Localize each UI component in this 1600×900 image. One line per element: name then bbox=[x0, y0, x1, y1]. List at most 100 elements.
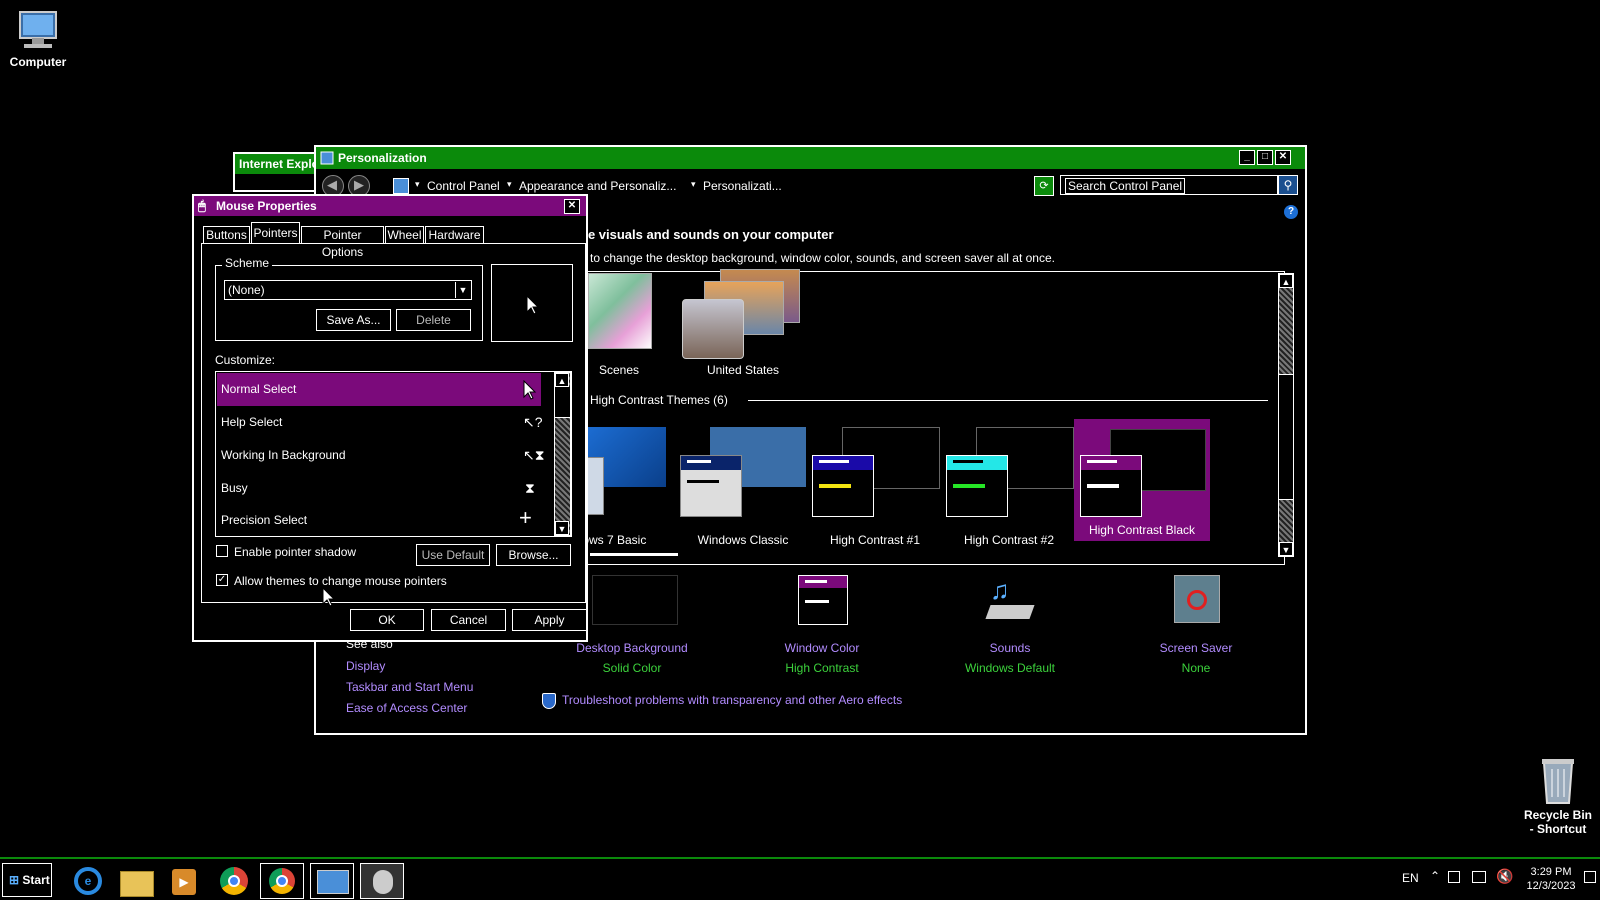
save-as-button[interactable]: Save As... bbox=[316, 309, 391, 331]
list-item[interactable]: Normal Select bbox=[217, 373, 541, 406]
list-item[interactable]: Precision Select + bbox=[217, 505, 541, 535]
internet-explorer-window[interactable]: Internet Explo bbox=[233, 152, 323, 192]
show-hidden-icons-chevron-icon[interactable]: ⌃ bbox=[1430, 869, 1440, 883]
theme-win7-basic[interactable] bbox=[580, 427, 666, 517]
language-indicator[interactable]: EN bbox=[1402, 871, 1419, 885]
tab-pointer-options[interactable]: Pointer Options bbox=[301, 226, 384, 259]
recycle-bin-desktop-icon[interactable]: Recycle Bin - Shortcut bbox=[1520, 755, 1596, 836]
theme-high-contrast-black-selected[interactable]: High Contrast Black bbox=[1074, 419, 1210, 541]
action-center-icon[interactable] bbox=[1448, 871, 1460, 883]
scroll-up-arrow-icon[interactable]: ▲ bbox=[1279, 274, 1293, 288]
breadcrumb-chevron-icon: ▾ bbox=[691, 179, 696, 189]
volume-muted-icon[interactable]: 🔇 bbox=[1496, 868, 1513, 885]
scroll-up-arrow-icon[interactable]: ▲ bbox=[555, 373, 569, 387]
maximize-button[interactable]: □ bbox=[1257, 150, 1273, 165]
scroll-down-arrow-icon[interactable]: ▼ bbox=[555, 521, 569, 535]
browse-button[interactable]: Browse... bbox=[496, 544, 571, 566]
list-item[interactable]: Working In Background ↖⧗ bbox=[217, 439, 545, 472]
window-color-link[interactable]: Window Color High Contrast bbox=[742, 641, 902, 675]
windows-logo-icon: ⊞ bbox=[9, 873, 20, 887]
list-item[interactable]: Help Select ↖? bbox=[217, 406, 543, 439]
window-color-icon[interactable] bbox=[798, 575, 848, 625]
tab-pointers[interactable]: Pointers bbox=[251, 222, 300, 244]
united-states-theme[interactable] bbox=[678, 265, 800, 363]
sounds-icon[interactable]: ♫ bbox=[984, 575, 1036, 625]
breadcrumb-appearance[interactable]: Appearance and Personaliz... bbox=[519, 179, 676, 193]
ok-button[interactable]: OK bbox=[350, 609, 424, 631]
no-symbol-icon bbox=[1187, 590, 1207, 610]
scroll-thumb[interactable] bbox=[1279, 374, 1293, 500]
theme-high-contrast-2[interactable] bbox=[946, 427, 1074, 517]
computer-desktop-icon[interactable]: Computer bbox=[8, 8, 68, 69]
theme-scrollbar[interactable]: ▲ ▼ bbox=[1278, 273, 1294, 557]
scheme-select[interactable]: (None) ▼ bbox=[224, 280, 472, 300]
mouse-properties-title: Mouse Properties bbox=[216, 199, 317, 213]
tab-hardware[interactable]: Hardware bbox=[425, 226, 484, 244]
control-panel-icon[interactable] bbox=[310, 863, 354, 899]
minimize-button[interactable]: _ bbox=[1239, 150, 1255, 165]
personalization-titlebar[interactable]: Personalization _ □ ✕ bbox=[316, 147, 1305, 169]
apply-button[interactable]: Apply bbox=[512, 609, 587, 631]
cancel-button[interactable]: Cancel bbox=[431, 609, 506, 631]
start-button[interactable]: ⊞ Start bbox=[2, 863, 52, 897]
sounds-link[interactable]: Sounds Windows Default bbox=[930, 641, 1090, 675]
clock[interactable]: 3:29 PM 12/3/2023 bbox=[1520, 865, 1582, 893]
mouse-properties-titlebar[interactable]: 🖱 Mouse Properties ✕ bbox=[194, 196, 586, 216]
allow-themes-label[interactable]: Allow themes to change mouse pointers bbox=[234, 574, 447, 588]
breadcrumb-personalization[interactable]: Personalizati... bbox=[703, 179, 782, 193]
united-states-label[interactable]: United States bbox=[678, 363, 808, 377]
help-icon[interactable]: ? bbox=[1284, 205, 1298, 219]
desktop-background-icon[interactable] bbox=[592, 575, 678, 625]
see-also-display[interactable]: Display bbox=[346, 659, 385, 673]
search-box[interactable]: Search Control Panel bbox=[1060, 175, 1278, 195]
mouse-icon[interactable] bbox=[360, 863, 404, 899]
search-icon[interactable]: ⚲ bbox=[1278, 175, 1298, 195]
theme-high-contrast-1[interactable] bbox=[812, 427, 940, 517]
enable-shadow-checkbox[interactable] bbox=[216, 545, 228, 557]
pointer-list-scrollbar[interactable]: ▲ ▼ bbox=[554, 372, 571, 536]
theme-focus-underline bbox=[590, 553, 678, 556]
tab-buttons[interactable]: Buttons bbox=[203, 226, 250, 244]
chrome-icon[interactable] bbox=[212, 863, 256, 899]
scheme-value: (None) bbox=[228, 283, 265, 297]
delete-button[interactable]: Delete bbox=[396, 309, 471, 331]
search-input[interactable]: Search Control Panel bbox=[1065, 178, 1186, 194]
theme-windows-classic[interactable] bbox=[680, 427, 806, 517]
arrow-cursor-icon bbox=[523, 380, 537, 400]
close-button[interactable]: ✕ bbox=[1275, 150, 1291, 165]
dialog-close-button[interactable]: ✕ bbox=[564, 199, 580, 214]
desktop-background-link[interactable]: Desktop Background Solid Color bbox=[552, 641, 712, 675]
keyboard-icon bbox=[985, 605, 1035, 619]
chrome-profile-icon[interactable] bbox=[260, 863, 304, 899]
screen-saver-link[interactable]: Screen Saver None bbox=[1116, 641, 1276, 675]
working-cursor-icon: ↖⧗ bbox=[523, 447, 545, 463]
computer-label: Computer bbox=[9, 55, 67, 69]
high-contrast-1-label[interactable]: High Contrast #1 bbox=[810, 533, 940, 547]
show-desktop-button[interactable] bbox=[1584, 871, 1596, 883]
see-also-ease-of-access[interactable]: Ease of Access Center bbox=[346, 701, 467, 715]
network-icon[interactable] bbox=[1472, 871, 1486, 883]
enable-shadow-label[interactable]: Enable pointer shadow bbox=[234, 545, 356, 559]
list-item[interactable]: Busy ⧗ bbox=[217, 472, 541, 505]
scenes-label[interactable]: Scenes bbox=[584, 363, 654, 377]
chevron-down-icon[interactable]: ▼ bbox=[455, 282, 470, 298]
troubleshoot-link[interactable]: Troubleshoot problems with transparency … bbox=[562, 693, 902, 707]
scenes-theme[interactable] bbox=[582, 269, 652, 363]
windows-classic-label[interactable]: Windows Classic bbox=[678, 533, 808, 547]
screen-saver-icon[interactable] bbox=[1174, 575, 1220, 623]
breadcrumb-control-panel[interactable]: Control Panel bbox=[427, 179, 500, 193]
high-contrast-2-label[interactable]: High Contrast #2 bbox=[944, 533, 1074, 547]
allow-themes-checkbox[interactable]: ✓ bbox=[216, 574, 228, 586]
file-explorer-icon[interactable] bbox=[114, 863, 158, 899]
breadcrumb-chevron-icon: ▾ bbox=[507, 179, 512, 189]
use-default-button[interactable]: Use Default bbox=[416, 544, 490, 566]
internet-explorer-icon[interactable]: e bbox=[66, 863, 110, 899]
media-player-icon[interactable]: ▶ bbox=[162, 863, 206, 899]
see-also-taskbar[interactable]: Taskbar and Start Menu bbox=[346, 680, 473, 694]
tab-wheel[interactable]: Wheel bbox=[385, 226, 424, 244]
refresh-icon[interactable]: ⟳ bbox=[1034, 176, 1054, 196]
scroll-thumb[interactable] bbox=[555, 387, 570, 418]
ie-titlebar[interactable]: Internet Explo bbox=[235, 154, 321, 174]
section-divider bbox=[748, 400, 1268, 401]
scroll-down-arrow-icon[interactable]: ▼ bbox=[1279, 542, 1293, 556]
